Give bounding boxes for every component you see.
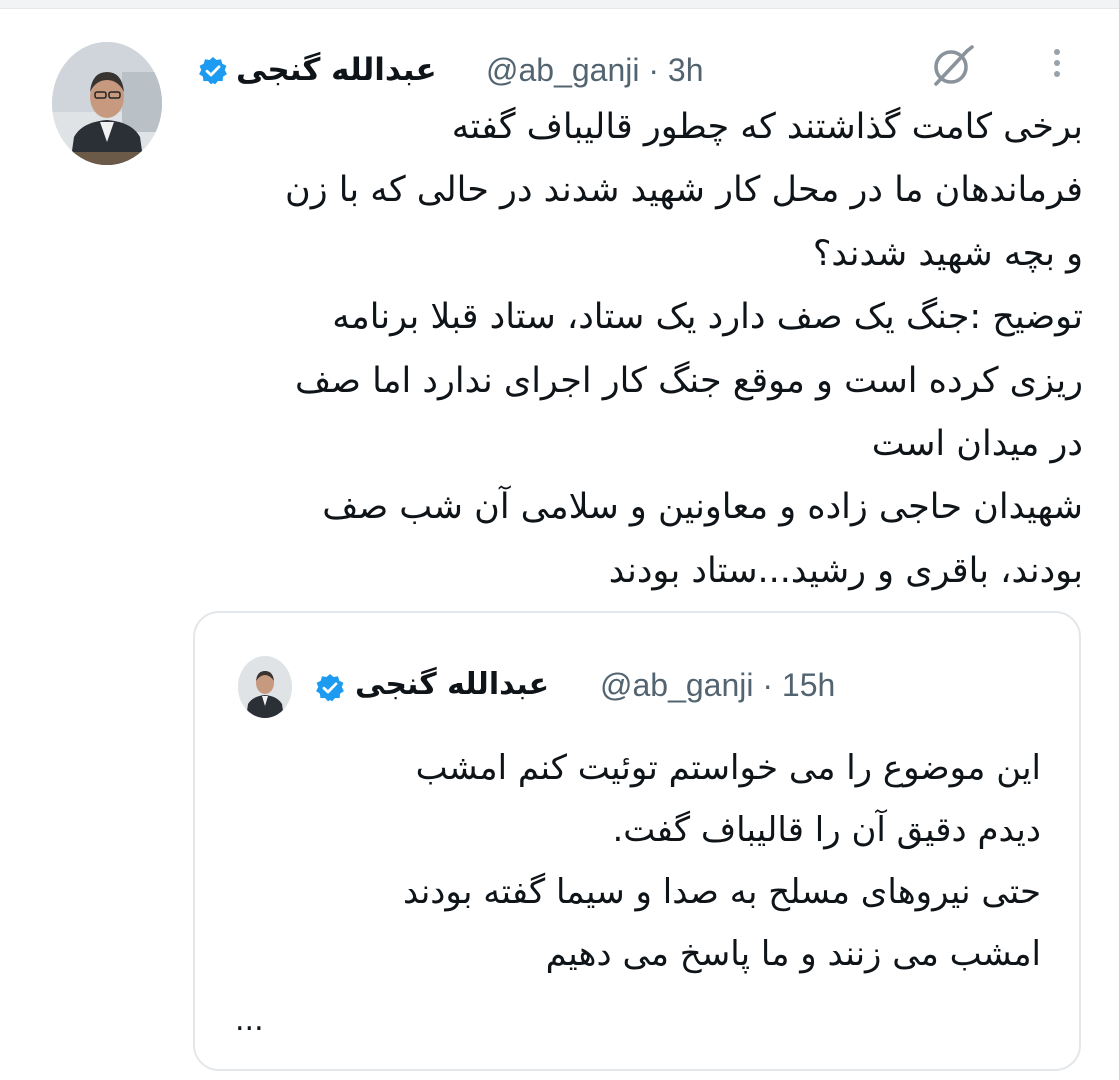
quoted-line: دیدم دقیق آن را قالیباف گفت. (612, 810, 1041, 850)
grok-icon[interactable] (926, 42, 976, 92)
quoted-tweet-body: این موضوع را می خواستم توئیت کنم امشب دی… (241, 737, 1041, 985)
quoted-author-handle-timestamp[interactable]: @ab_ganji · 15h (600, 663, 835, 707)
tweet-line: ریزی کرده است و موقع جنگ کار اجرای ندارد… (295, 360, 1083, 401)
top-divider (0, 0, 1119, 9)
quoted-line: این موضوع را می خواستم توئیت کنم امشب (415, 748, 1041, 788)
tweet-body: برخی کامت گذاشتند که چطور قالیباف گفته ف… (193, 96, 1083, 603)
tweet-line: فرماندهان ما در محل کار شهید شدند در حال… (284, 170, 1083, 211)
tweet-line: و بچه شهید شدند؟ (812, 233, 1083, 274)
tweet-line: شهیدان حاجی زاده و معاونین و سلامی آن شب… (322, 487, 1083, 528)
verified-badge-icon (198, 56, 228, 86)
quoted-avatar[interactable] (238, 656, 292, 718)
tweet-line: در میدان است (871, 423, 1083, 464)
verified-badge-icon (315, 673, 345, 703)
quoted-author-name[interactable]: عبدالله گنجی (355, 663, 549, 707)
tweet-line: بودند، باقری و رشید...ستاد بودند (608, 550, 1083, 591)
truncation-ellipsis: ... (235, 1003, 264, 1038)
quoted-line: حتی نیروهای مسلح به صدا و سیما گفته بودن… (402, 872, 1041, 912)
author-name[interactable]: عبدالله گنجی (236, 48, 437, 92)
avatar[interactable] (52, 42, 162, 165)
tweet-line: برخی کامت گذاشتند که چطور قالیباف گفته (451, 107, 1083, 147)
avatar-photo (52, 42, 162, 165)
tweet-line: توضیح :جنگ یک صف دارد یک ستاد، ستاد قبلا… (332, 297, 1083, 338)
quoted-line: امشب می زنند و ما پاسخ می دهیم (545, 934, 1041, 974)
tweet-header: عبدالله گنجی @ab_ganji · 3h (186, 44, 806, 94)
more-options-icon[interactable] (1046, 44, 1068, 88)
quoted-tweet-card[interactable]: عبدالله گنجی @ab_ganji · 15h این موضوع ر… (193, 611, 1081, 1071)
author-handle-timestamp[interactable]: @ab_ganji · 3h (486, 48, 704, 92)
